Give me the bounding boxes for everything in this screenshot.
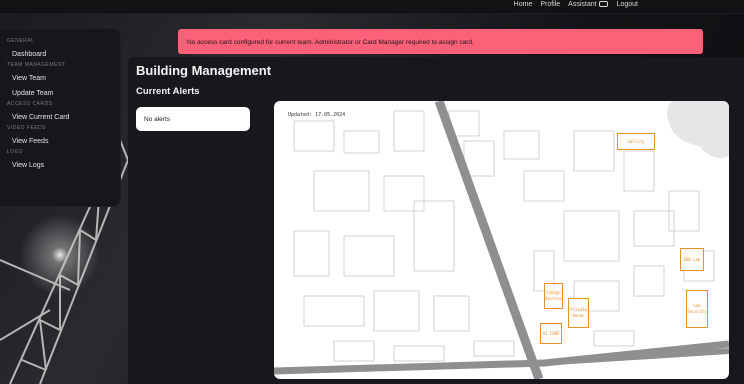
top-nav: Home Profile Assistant Logout — [514, 1, 638, 8]
building-map: Updated: 17.05.2024 Gallery SDR Lab Lab … — [274, 101, 729, 379]
sidebar: GENERAL Dashboard TEAM MANAGEMENT View T… — [0, 29, 120, 206]
map-room-gallery[interactable]: Gallery — [617, 133, 655, 150]
nav-assistant-label: Assistant — [568, 1, 597, 8]
map-room-ai-core[interactable]: AI CORE — [540, 323, 562, 344]
sidebar-section-access-cards: ACCESS CARDS — [7, 101, 53, 107]
sidebar-section-logs: LOGS — [7, 149, 23, 155]
error-banner: No access card configured for current te… — [178, 29, 703, 54]
sidebar-section-general: GENERAL — [7, 38, 35, 44]
alerts-list: No alerts — [136, 107, 250, 131]
sidebar-item-dashboard[interactable]: Dashboard — [0, 47, 120, 62]
page-title: Building Management — [136, 63, 272, 78]
map-room-lab-security[interactable]: Lab Security — [686, 290, 708, 328]
sidebar-section-video-feeds: VIDEO FEEDS — [7, 125, 47, 131]
top-bar: Home Profile Assistant Logout — [0, 0, 744, 14]
sidebar-item-update-team[interactable]: Update Team — [0, 86, 120, 101]
map-room-sdr-lab[interactable]: SDR Lab — [680, 248, 704, 271]
map-updated-text: Updated: 17.05.2024 — [288, 112, 346, 118]
sidebar-item-view-logs[interactable]: View Logs — [0, 158, 120, 173]
map-room-private-rooms[interactable]: Private Rooms — [568, 298, 589, 328]
chat-icon — [598, 1, 608, 8]
sidebar-item-view-feeds[interactable]: View Feeds — [0, 134, 120, 149]
nav-home-link[interactable]: Home — [514, 1, 533, 8]
map-drawing — [274, 101, 729, 379]
nav-assistant-link[interactable]: Assistant — [568, 1, 608, 8]
nav-logout-link[interactable]: Logout — [617, 1, 638, 8]
sidebar-item-view-current-card[interactable]: View Current Card — [0, 110, 120, 125]
sidebar-section-team-management: TEAM MANAGEMENT — [7, 62, 66, 68]
sidebar-item-view-team[interactable]: View Team — [0, 71, 120, 86]
map-area-shape — [667, 101, 729, 159]
nav-profile-link[interactable]: Profile — [540, 1, 560, 8]
current-alerts-heading: Current Alerts — [136, 86, 200, 97]
main-panel: Building Management Current Alerts No al… — [128, 57, 744, 384]
map-room-lounge[interactable]: Lounge Section — [544, 283, 563, 309]
